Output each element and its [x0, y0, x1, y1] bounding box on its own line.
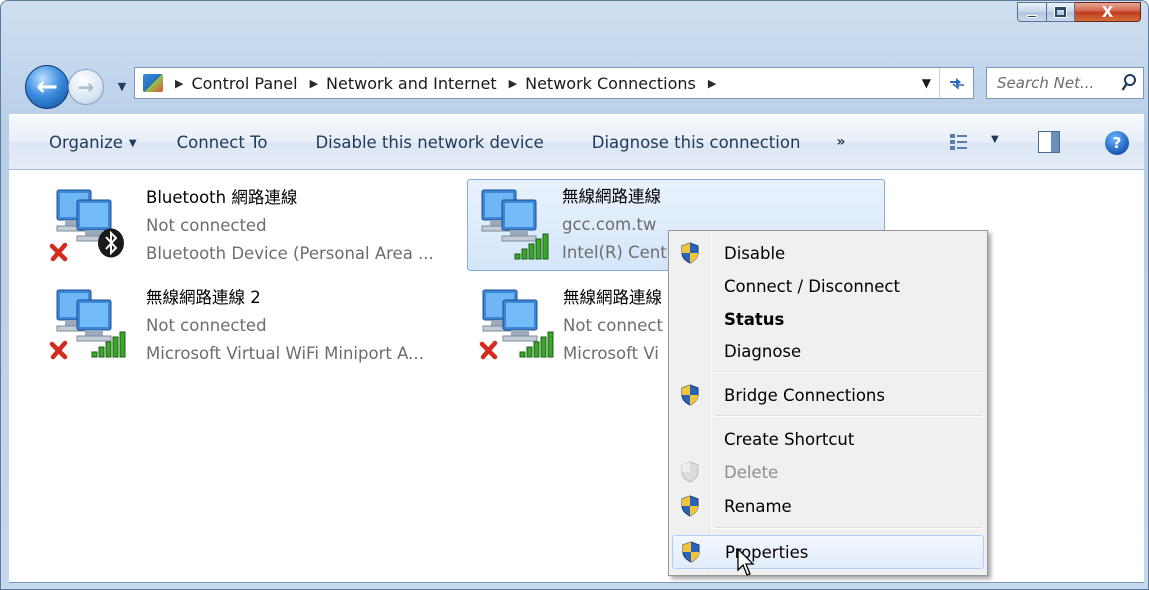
- menu-separator: [715, 415, 983, 417]
- caption-buttons: X: [1017, 2, 1141, 22]
- connection-text: 無線網路連線 gcc.com.tw Intel(R) Cent: [562, 183, 667, 267]
- back-arrow-icon: ←: [36, 72, 58, 102]
- chevron-down-icon: ▼: [128, 137, 137, 149]
- menu-item-disable[interactable]: Disable: [672, 237, 984, 269]
- uac-shield-icon: [681, 384, 699, 406]
- menu-item-properties[interactable]: Properties: [672, 535, 984, 569]
- bluetooth-icon: [98, 228, 124, 258]
- menu-item-label: Diagnose: [724, 341, 802, 361]
- menu-item-label: Create Shortcut: [724, 429, 855, 449]
- menu-item-label: Delete: [724, 462, 779, 482]
- connection-item[interactable]: Bluetooth 網路連線 Not connected Bluetooth D…: [41, 180, 471, 266]
- menu-item-label: Disable: [724, 243, 786, 263]
- disable-network-device-button[interactable]: Disable this network device: [315, 133, 543, 152]
- help-icon: ?: [1112, 134, 1122, 152]
- connection-device: Bluetooth Device (Personal Area ...: [146, 244, 434, 263]
- preview-pane-icon[interactable]: [1038, 131, 1060, 153]
- search-icon[interactable]: [1121, 73, 1137, 93]
- connection-name: 無線網路連線: [562, 187, 661, 206]
- close-icon: X: [1101, 3, 1114, 21]
- search-box: [986, 67, 1144, 99]
- connection-status: Not connected: [146, 216, 267, 235]
- connection-status: Not connected: [146, 316, 267, 335]
- connection-item[interactable]: 無線網路連線 Not connect Microsoft Vi: [467, 280, 687, 366]
- context-menu: Disable Connect / Disconnect Status Diag…: [668, 230, 988, 576]
- menu-item-label: Bridge Connections: [724, 385, 885, 405]
- menu-separator: [715, 371, 983, 373]
- forward-arrow-icon: →: [77, 75, 95, 99]
- menu-item-diagnose[interactable]: Diagnose: [672, 335, 984, 367]
- connection-text: 無線網路連線 2 Not connected Microsoft Virtual…: [146, 284, 424, 368]
- organize-button[interactable]: Organize ▼: [49, 133, 137, 152]
- disconnected-x-icon: [49, 242, 68, 262]
- menu-item-delete: Delete: [672, 456, 984, 488]
- connection-name: 無線網路連線: [563, 288, 662, 307]
- connection-text: Bluetooth 網路連線 Not connected Bluetooth D…: [146, 184, 434, 268]
- connection-status: gcc.com.tw: [562, 215, 657, 234]
- menu-separator: [715, 527, 983, 529]
- connection-name: 無線網路連線 2: [146, 288, 261, 307]
- refresh-icon: [949, 78, 964, 90]
- disconnected-x-icon: [49, 340, 68, 360]
- uac-shield-icon: [681, 495, 699, 517]
- help-button[interactable]: ?: [1105, 131, 1129, 155]
- recent-pages-dropdown[interactable]: ▼: [116, 81, 128, 93]
- breadcrumb-control-panel[interactable]: Control Panel: [191, 74, 297, 93]
- uac-shield-icon: [682, 541, 700, 563]
- forward-button[interactable]: →: [68, 69, 104, 105]
- breadcrumb-separator-icon[interactable]: ▶: [509, 77, 517, 90]
- disconnected-x-icon: [479, 340, 498, 360]
- navigation-bar: ← → ▼ ▶ Control Panel ▶ Network and Inte…: [1, 53, 1148, 109]
- breadcrumb-separator-icon[interactable]: ▶: [175, 77, 183, 90]
- breadcrumb-separator-icon[interactable]: ▶: [310, 77, 318, 90]
- connection-device: Intel(R) Cent: [562, 243, 667, 262]
- uac-shield-disabled-icon: [681, 461, 699, 483]
- menu-item-status[interactable]: Status: [672, 303, 984, 335]
- breadcrumb-network-and-internet[interactable]: Network and Internet: [326, 74, 497, 93]
- menu-item-bridge-connections[interactable]: Bridge Connections: [672, 379, 984, 411]
- command-bar: Organize ▼ Connect To Disable this networ…: [9, 114, 1144, 170]
- breadcrumb-separator-icon[interactable]: ▶: [708, 77, 716, 90]
- view-options-dropdown-icon[interactable]: ▼: [991, 134, 999, 145]
- menu-item-rename[interactable]: Rename: [672, 490, 984, 522]
- connection-device: Microsoft Vi: [563, 344, 659, 363]
- search-input[interactable]: [997, 74, 1119, 92]
- diagnose-connection-button[interactable]: Diagnose this connection: [592, 133, 801, 152]
- control-panel-icon: [143, 74, 163, 92]
- signal-bars-icon: [514, 233, 549, 260]
- menu-item-label: Rename: [724, 496, 792, 516]
- organize-label: Organize: [49, 132, 123, 152]
- address-bar[interactable]: ▶ Control Panel ▶ Network and Internet ▶…: [134, 67, 974, 99]
- title-bar[interactable]: X: [1, 1, 1148, 51]
- menu-item-connect-disconnect[interactable]: Connect / Disconnect: [672, 270, 984, 302]
- breadcrumb-network-connections[interactable]: Network Connections: [525, 74, 696, 93]
- more-commands-button[interactable]: »: [836, 134, 845, 150]
- menu-item-create-shortcut[interactable]: Create Shortcut: [672, 423, 984, 455]
- address-history-dropdown-icon[interactable]: ▼: [922, 76, 931, 90]
- back-button[interactable]: ←: [25, 65, 69, 109]
- connection-name: Bluetooth 網路連線: [146, 188, 298, 207]
- connection-text: 無線網路連線 Not connect Microsoft Vi: [563, 284, 663, 366]
- mouse-cursor-icon: [737, 548, 755, 576]
- uac-shield-icon: [681, 242, 699, 264]
- close-button[interactable]: X: [1075, 2, 1141, 22]
- connect-to-button[interactable]: Connect To: [177, 133, 268, 152]
- change-view-icon[interactable]: [949, 133, 969, 151]
- minimize-icon: [1027, 14, 1037, 18]
- refresh-button[interactable]: [939, 68, 973, 98]
- connection-device: Microsoft Virtual WiFi Miniport A...: [146, 344, 424, 363]
- maximize-icon: [1055, 7, 1066, 17]
- signal-bars-icon: [519, 331, 554, 358]
- maximize-button[interactable]: [1047, 2, 1075, 22]
- connection-item[interactable]: 無線網路連線 2 Not connected Microsoft Virtual…: [41, 280, 471, 366]
- minimize-button[interactable]: [1017, 2, 1047, 22]
- connection-status: Not connect: [563, 316, 663, 335]
- signal-bars-icon: [91, 331, 126, 358]
- menu-item-label: Status: [724, 309, 785, 329]
- menu-item-label: Connect / Disconnect: [724, 276, 900, 296]
